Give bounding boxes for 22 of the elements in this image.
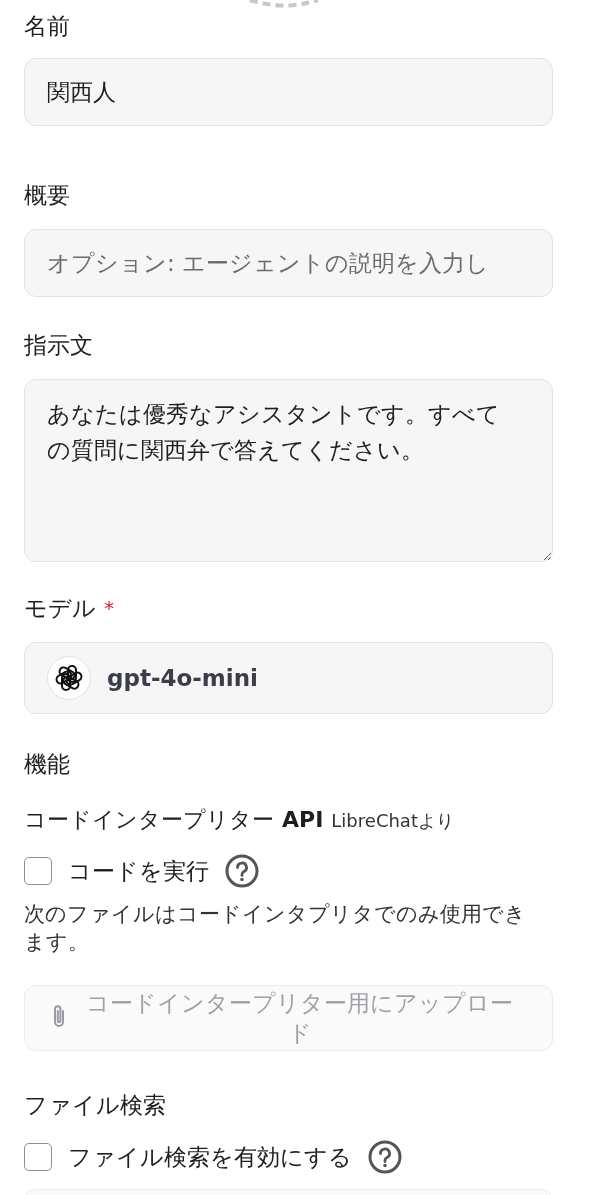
checkbox-label: コードを実行 (68, 856, 209, 886)
source-label: LibreChatより (331, 809, 454, 833)
input-field[interactable]: オプション: エージェントの説明を入力し (24, 229, 553, 297)
section-title: ファイル検索 (24, 1091, 167, 1119)
knot-logo-icon (54, 663, 84, 693)
checkbox[interactable] (24, 857, 52, 885)
api-label: API (282, 806, 324, 834)
help-icon[interactable] (368, 1140, 402, 1174)
checkbox[interactable] (24, 1143, 52, 1171)
input-field[interactable]: 関西人 (24, 58, 553, 126)
field-label: モデル (24, 594, 96, 622)
section-title: コードインタープリター (24, 806, 274, 834)
field-label: 指示文 (24, 331, 93, 359)
field-label: 概要 (24, 181, 70, 209)
field-label: 名前 (24, 12, 70, 40)
checkbox-label: ファイル検索を有効にする (68, 1142, 352, 1172)
required-mark: * (104, 595, 114, 622)
section-title: 機能 (24, 750, 71, 778)
help-icon[interactable] (225, 854, 259, 888)
model-selector[interactable]: gpt-4o-mini (24, 642, 553, 714)
instructions-field[interactable]: あなたは優秀なアシスタントです。すべての質問に関西弁で答えてください。 (24, 379, 553, 562)
help-text: 次のファイルはコードインタプリタでのみ使用できます。 (24, 901, 527, 956)
